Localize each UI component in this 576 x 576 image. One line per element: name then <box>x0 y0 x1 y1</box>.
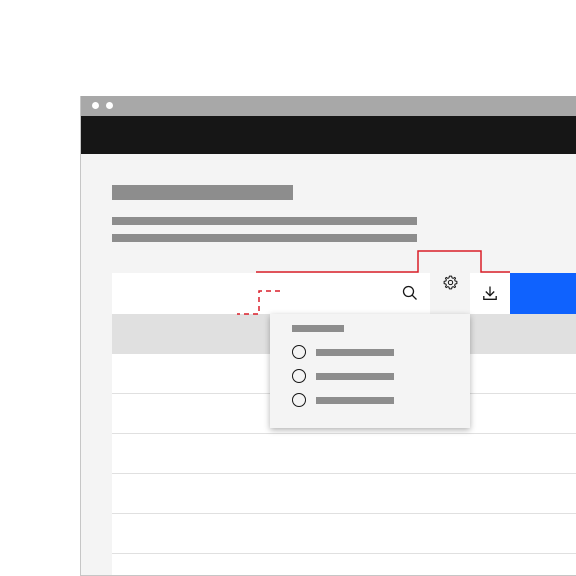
table-toolbar <box>112 263 576 314</box>
page-title-placeholder <box>112 185 293 200</box>
radio-icon[interactable] <box>292 393 306 407</box>
dropdown-option[interactable] <box>292 393 402 407</box>
window-titlebar <box>81 96 576 116</box>
window-control-dot[interactable] <box>92 102 99 109</box>
table-row[interactable] <box>112 554 576 575</box>
dropdown-option[interactable] <box>292 345 402 359</box>
search-icon[interactable] <box>402 285 418 301</box>
window-control-dot[interactable] <box>106 102 113 109</box>
option-label-placeholder <box>316 349 394 356</box>
download-icon[interactable] <box>482 285 498 301</box>
dropdown-heading-placeholder <box>292 325 344 332</box>
table-row[interactable] <box>112 474 576 514</box>
dropdown-option[interactable] <box>292 369 402 383</box>
settings-button[interactable] <box>430 263 470 314</box>
table-row[interactable] <box>112 514 576 554</box>
radio-icon[interactable] <box>292 345 306 359</box>
settings-dropdown-menu <box>270 314 470 428</box>
table-row[interactable] <box>112 434 576 474</box>
app-header <box>81 116 576 154</box>
option-label-placeholder <box>316 397 394 404</box>
description-placeholder-line <box>112 234 417 242</box>
gear-icon <box>443 275 458 290</box>
primary-button[interactable] <box>510 273 576 314</box>
radio-icon[interactable] <box>292 369 306 383</box>
option-label-placeholder <box>316 373 394 380</box>
description-placeholder-line <box>112 217 417 225</box>
